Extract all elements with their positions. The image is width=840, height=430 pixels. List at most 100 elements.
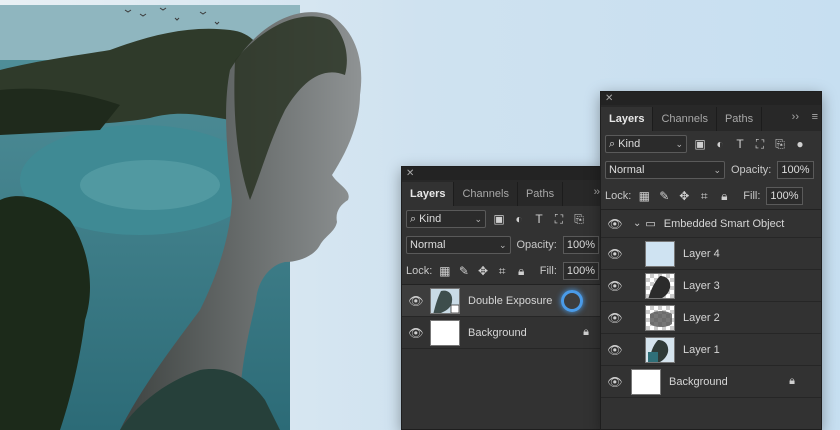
shape-filter-icon[interactable]: ⛶ xyxy=(753,137,767,151)
chevron-down-icon: ⌄ xyxy=(474,213,482,224)
eye-icon[interactable]: 👁︎ xyxy=(601,343,629,357)
expand-icon[interactable]: ›› xyxy=(792,111,799,123)
adjustment-filter-icon[interactable]: ◐ xyxy=(512,212,526,226)
eye-icon[interactable]: 👁︎ xyxy=(601,217,629,231)
close-icon[interactable]: ✕ xyxy=(605,92,613,105)
layer-name: Double Exposure xyxy=(468,294,553,307)
lock-label: Lock: xyxy=(406,265,433,277)
layer-1[interactable]: 👁︎ Layer 1 xyxy=(601,334,821,366)
chevron-down-icon: ⌄ xyxy=(675,138,683,149)
tab-channels[interactable]: Channels xyxy=(454,182,518,206)
smart-object-filter-icon[interactable]: ⎘ xyxy=(773,137,787,151)
panel-topbar: ✕ xyxy=(601,92,821,105)
opacity-input[interactable]: 100% xyxy=(777,161,814,179)
smart-object-filter-icon[interactable]: ⎘ xyxy=(572,212,586,226)
layer-thumbnail xyxy=(645,272,675,299)
tab-paths[interactable]: Paths xyxy=(518,182,564,206)
layer-4[interactable]: 👁︎ Layer 4 xyxy=(601,238,821,270)
layer-background[interactable]: 👁︎ Background 🔒︎ xyxy=(402,317,603,349)
layer-name: Background xyxy=(669,375,728,388)
chevron-down-icon[interactable]: ⌄ xyxy=(633,218,641,229)
eye-icon[interactable]: 👁︎ xyxy=(601,247,629,261)
filter-row: ⌕ Kind ⌄ ▣ ◐ T ⛶ ⎘ xyxy=(402,206,603,232)
lock-artboard-icon[interactable]: ⌗ xyxy=(697,189,711,203)
shape-filter-icon[interactable]: ⛶ xyxy=(552,212,566,226)
thumbnail-image xyxy=(650,310,672,327)
lock-transparent-icon[interactable]: ▦ xyxy=(438,264,451,278)
thumbnail-image xyxy=(646,337,674,362)
lock-row: Lock: ▦ ✎ ✥ ⌗ 🔒︎ Fill: 100% xyxy=(402,258,603,284)
fill-label: Fill: xyxy=(743,190,761,202)
panel-topbar: ✕ xyxy=(402,167,603,180)
layer-thumbnail xyxy=(645,304,675,331)
lock-artboard-icon[interactable]: ⌗ xyxy=(496,264,509,278)
lock-position-icon[interactable]: ✥ xyxy=(476,264,489,278)
layers-panel-large: ✕ Layers Channels Paths ›› ≡ ⌕ Kind ⌄ ▣ … xyxy=(600,91,822,430)
fill-input[interactable]: 100% xyxy=(766,187,803,205)
image-filter-icon[interactable]: ▣ xyxy=(492,212,506,226)
layer-name: Background xyxy=(468,326,527,339)
filter-toggle-icon[interactable]: ● xyxy=(793,137,807,151)
lock-label: Lock: xyxy=(605,190,632,202)
thumbnail-image xyxy=(648,275,671,298)
eye-icon[interactable]: 👁︎ xyxy=(402,326,430,340)
layer-group-embedded[interactable]: 👁︎ ⌄ ▭ Embedded Smart Object xyxy=(601,210,821,238)
smart-object-thumbnail xyxy=(430,287,460,314)
white-thumbnail xyxy=(631,368,661,395)
search-icon: ⌕ xyxy=(410,212,417,225)
layer-background[interactable]: 👁︎ Background 🔒︎ xyxy=(601,366,821,398)
filter-kind-label: Kind xyxy=(618,138,641,150)
filter-kind-select[interactable]: ⌕ Kind ⌄ xyxy=(605,135,687,153)
layer-2[interactable]: 👁︎ Layer 2 xyxy=(601,302,821,334)
blend-mode-value: Normal xyxy=(410,239,446,251)
layer-name: Layer 1 xyxy=(683,343,720,356)
opacity-input[interactable]: 100% xyxy=(562,236,599,254)
tab-layers[interactable]: Layers xyxy=(601,107,654,131)
panel-tabs: Layers Channels Paths ›› xyxy=(402,180,603,206)
lock-image-icon[interactable]: ✎ xyxy=(457,264,470,278)
lock-transparent-icon[interactable]: ▦ xyxy=(637,189,651,203)
tab-paths[interactable]: Paths xyxy=(717,107,763,131)
blend-mode-select[interactable]: Normal ⌄ xyxy=(406,236,511,254)
layer-thumbnail xyxy=(645,336,675,363)
fill-input[interactable]: 100% xyxy=(562,262,600,280)
layer-3[interactable]: 👁︎ Layer 3 xyxy=(601,270,821,302)
adjustment-filter-icon[interactable]: ◐ xyxy=(713,137,727,151)
eye-icon[interactable]: 👁︎ xyxy=(601,311,629,325)
eye-icon[interactable]: 👁︎ xyxy=(601,279,629,293)
layer-name: Layer 2 xyxy=(683,311,720,324)
opacity-label: Opacity: xyxy=(731,164,772,176)
layer-name: Layer 4 xyxy=(683,247,720,260)
lock-all-icon[interactable]: 🔒︎ xyxy=(515,264,528,278)
loading-ring-icon xyxy=(561,290,583,312)
opacity-label: Opacity: xyxy=(516,239,557,251)
close-icon[interactable]: ✕ xyxy=(406,167,414,180)
tab-channels[interactable]: Channels xyxy=(653,107,717,131)
blend-mode-select[interactable]: Normal ⌄ xyxy=(605,161,725,179)
type-filter-icon[interactable]: T xyxy=(733,137,747,151)
panel-tabs: Layers Channels Paths ›› ≡ xyxy=(601,105,821,131)
layers-panel-small: ✕ Layers Channels Paths ›› ⌕ Kind ⌄ ▣ ◐ … xyxy=(401,166,604,430)
lock-icon: 🔒︎ xyxy=(789,375,795,387)
layers-list: 👁︎ ⌄ ▭ Embedded Smart Object 👁︎ Layer 4 … xyxy=(601,209,821,398)
eye-icon[interactable]: 👁︎ xyxy=(601,375,629,389)
chevron-down-icon: ⌄ xyxy=(498,239,507,250)
white-thumbnail xyxy=(430,319,460,346)
thumbnail-image xyxy=(431,288,459,313)
lock-position-icon[interactable]: ✥ xyxy=(677,189,691,203)
panel-menu-icon[interactable]: ≡ xyxy=(812,111,819,123)
filter-kind-select[interactable]: ⌕ Kind ⌄ xyxy=(406,210,486,228)
eye-icon[interactable]: 👁︎ xyxy=(402,294,430,308)
filter-kind-label: Kind xyxy=(419,213,442,225)
blend-mode-value: Normal xyxy=(609,164,645,176)
layer-double-exposure[interactable]: 👁︎ Double Exposure xyxy=(402,285,603,317)
expand-icon[interactable]: ›› xyxy=(594,186,600,198)
lock-image-icon[interactable]: ✎ xyxy=(657,189,671,203)
tab-layers[interactable]: Layers xyxy=(402,182,455,206)
image-filter-icon[interactable]: ▣ xyxy=(693,137,707,151)
type-filter-icon[interactable]: T xyxy=(532,212,546,226)
folder-icon: ▭ xyxy=(645,218,656,230)
lock-row: Lock: ▦ ✎ ✥ ⌗ 🔒︎ Fill: 100% xyxy=(601,183,821,209)
lock-all-icon[interactable]: 🔒︎ xyxy=(717,189,731,203)
group-name: Embedded Smart Object xyxy=(663,217,785,230)
